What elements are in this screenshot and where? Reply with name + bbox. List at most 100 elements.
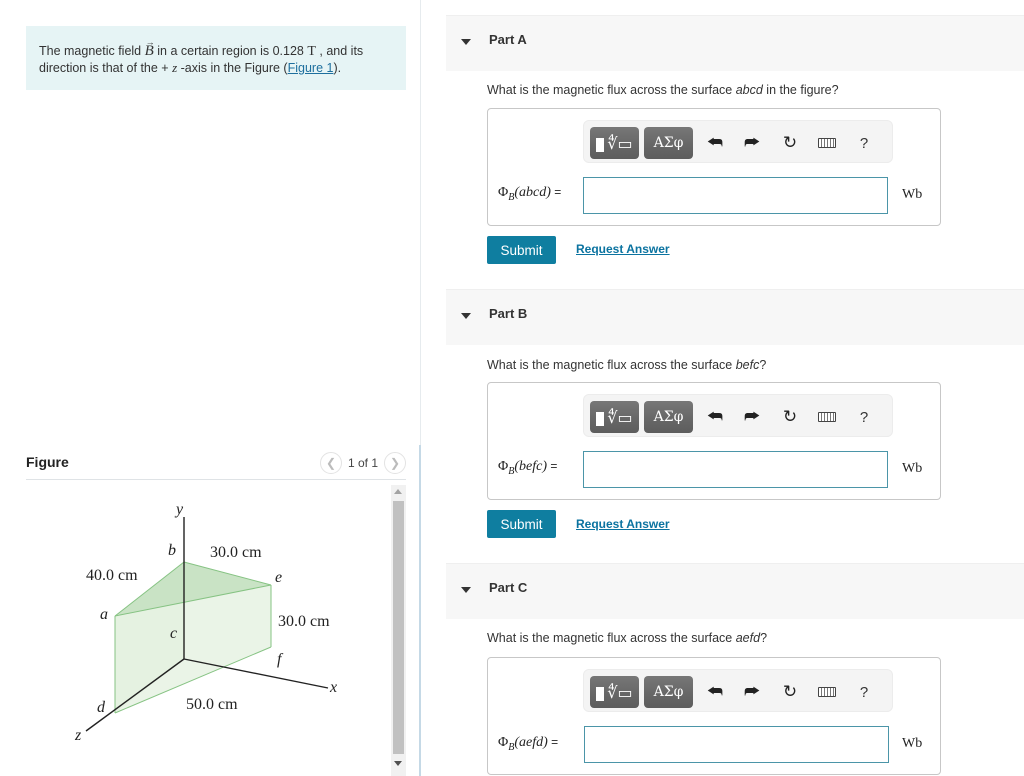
part-a-equation-label: ΦB(abcd) = bbox=[498, 185, 561, 203]
templates-button[interactable]: ∜▭ bbox=[590, 127, 639, 159]
pane-divider bbox=[420, 0, 421, 445]
eq-argument: (aefd) bbox=[514, 735, 548, 750]
part-a-request-answer-link[interactable]: Request Answer bbox=[576, 242, 670, 256]
figure-link[interactable]: Figure 1 bbox=[288, 61, 334, 75]
part-c-equation-label: ΦB(aefd) = bbox=[498, 735, 558, 753]
equals-sign: = bbox=[547, 459, 558, 473]
part-c-answer-box: ∜▭ ΑΣφ ⮪ ⮫ ↻ ? ΦB(aefd) = Wb bbox=[487, 657, 941, 775]
math-toolbar: ∜▭ ΑΣφ ⮪ ⮫ ↻ ? bbox=[583, 669, 893, 712]
templates-button[interactable]: ∜▭ bbox=[590, 401, 639, 433]
math-toolbar: ∜▭ ΑΣφ ⮪ ⮫ ↻ ? bbox=[583, 394, 893, 437]
part-b-question: What is the magnetic flux across the sur… bbox=[487, 358, 766, 372]
unit-label: Wb bbox=[902, 461, 923, 476]
dim-be: 30.0 cm bbox=[210, 544, 262, 561]
label-f: f bbox=[277, 651, 284, 668]
math-toolbar: ∜▭ ΑΣφ ⮪ ⮫ ↻ ? bbox=[583, 120, 893, 163]
label-z: z bbox=[74, 727, 82, 744]
question-text: in the figure? bbox=[762, 83, 839, 97]
radical-icon: ∜▭ bbox=[607, 407, 633, 427]
phi-symbol: Φ bbox=[498, 735, 509, 750]
unit-tesla: T bbox=[307, 44, 316, 59]
radical-icon: ∜▭ bbox=[607, 682, 633, 702]
templates-button[interactable]: ∜▭ bbox=[590, 676, 639, 708]
intro-text: in a certain region is 0.128 bbox=[153, 44, 308, 58]
part-c-header[interactable]: Part C bbox=[446, 563, 1024, 619]
surface-name: abcd bbox=[735, 83, 763, 97]
unit-label: Wb bbox=[902, 187, 923, 202]
chevron-left-icon[interactable]: ❮ bbox=[319, 452, 342, 474]
eq-argument: (befc) bbox=[514, 459, 547, 474]
keyboard-icon[interactable] bbox=[817, 133, 837, 153]
part-c-answer-input[interactable] bbox=[584, 726, 889, 763]
figure-pager: ❮ 1 of 1 ❯ bbox=[319, 452, 406, 474]
intro-text: The magnetic field bbox=[39, 44, 145, 58]
part-a-answer-box: ∜▭ ΑΣφ ⮪ ⮫ ↻ ? ΦB(abcd) = Wb bbox=[487, 108, 941, 226]
intro-text: -axis in the Figure ( bbox=[177, 61, 288, 75]
undo-icon[interactable]: ⮪ bbox=[705, 407, 725, 427]
label-a: a bbox=[100, 606, 108, 623]
figure-header: Figure ❮ 1 of 1 ❯ bbox=[26, 450, 406, 480]
help-icon[interactable]: ? bbox=[854, 407, 874, 427]
symbols-button[interactable]: ΑΣφ bbox=[644, 401, 693, 433]
keyboard-icon[interactable] bbox=[817, 407, 837, 427]
part-b-submit-button[interactable]: Submit bbox=[487, 510, 556, 538]
part-b-equation-label: ΦB(befc) = bbox=[498, 459, 557, 477]
scroll-down-icon[interactable] bbox=[394, 761, 402, 766]
surface-name: befc bbox=[735, 358, 760, 372]
part-b-answer-input[interactable] bbox=[583, 451, 888, 488]
redo-icon[interactable]: ⮫ bbox=[742, 682, 762, 702]
problem-pane: The magnetic field B in a certain region… bbox=[0, 0, 420, 776]
question-text: What is the magnetic flux across the sur… bbox=[487, 358, 736, 372]
undo-icon[interactable]: ⮪ bbox=[705, 682, 725, 702]
question-text: ? bbox=[760, 631, 768, 645]
reset-icon[interactable]: ↻ bbox=[780, 133, 800, 153]
equals-sign: = bbox=[547, 735, 559, 749]
phi-symbol: Φ bbox=[498, 459, 509, 474]
part-c-title: Part C bbox=[489, 580, 528, 595]
part-a-header[interactable]: Part A bbox=[446, 15, 1024, 71]
scroll-thumb[interactable] bbox=[393, 501, 404, 754]
dim-ab: 40.0 cm bbox=[86, 567, 138, 584]
chevron-right-icon[interactable]: ❯ bbox=[384, 452, 406, 474]
pane-divider-active[interactable] bbox=[419, 445, 421, 776]
label-d: d bbox=[97, 699, 106, 716]
part-a-question: What is the magnetic flux across the sur… bbox=[487, 83, 839, 97]
part-a-answer-input[interactable] bbox=[583, 177, 888, 214]
label-e: e bbox=[275, 569, 282, 586]
problem-statement: The magnetic field B in a certain region… bbox=[26, 26, 406, 90]
collapse-triangle-icon[interactable] bbox=[461, 313, 471, 319]
surface-name: aefd bbox=[735, 631, 761, 645]
question-text: What is the magnetic flux across the sur… bbox=[487, 83, 736, 97]
pager-count: 1 of 1 bbox=[347, 456, 378, 470]
equals-sign: = bbox=[550, 185, 562, 199]
redo-icon[interactable]: ⮫ bbox=[742, 407, 762, 427]
figure-title: Figure bbox=[26, 454, 69, 470]
redo-icon[interactable]: ⮫ bbox=[742, 133, 762, 153]
label-x: x bbox=[329, 679, 337, 696]
label-y: y bbox=[174, 501, 184, 518]
help-icon[interactable]: ? bbox=[854, 133, 874, 153]
symbols-button[interactable]: ΑΣφ bbox=[644, 676, 693, 708]
reset-icon[interactable]: ↻ bbox=[780, 682, 800, 702]
unit-label: Wb bbox=[902, 736, 923, 751]
figure-image: y x z a b c d e f 40.0 cm 30.0 cm 30.0 c… bbox=[26, 485, 391, 776]
phi-symbol: Φ bbox=[498, 185, 509, 200]
help-icon[interactable]: ? bbox=[854, 682, 874, 702]
question-text: ? bbox=[759, 358, 767, 372]
eq-argument: (abcd) bbox=[514, 185, 551, 200]
radical-icon: ∜▭ bbox=[607, 133, 633, 153]
keyboard-icon[interactable] bbox=[817, 682, 837, 702]
label-b: b bbox=[168, 542, 176, 559]
scroll-up-icon[interactable] bbox=[394, 489, 402, 494]
part-b-answer-box: ∜▭ ΑΣφ ⮪ ⮫ ↻ ? ΦB(befc) = Wb bbox=[487, 382, 941, 500]
part-b-request-answer-link[interactable]: Request Answer bbox=[576, 517, 670, 531]
reset-icon[interactable]: ↻ bbox=[780, 407, 800, 427]
collapse-triangle-icon[interactable] bbox=[461, 39, 471, 45]
collapse-triangle-icon[interactable] bbox=[461, 587, 471, 593]
symbols-button[interactable]: ΑΣφ bbox=[644, 127, 693, 159]
figure-scrollbar[interactable] bbox=[391, 485, 406, 776]
part-c-question: What is the magnetic flux across the sur… bbox=[487, 631, 767, 645]
part-a-submit-button[interactable]: Submit bbox=[487, 236, 556, 264]
undo-icon[interactable]: ⮪ bbox=[705, 133, 725, 153]
part-b-header[interactable]: Part B bbox=[446, 289, 1024, 345]
